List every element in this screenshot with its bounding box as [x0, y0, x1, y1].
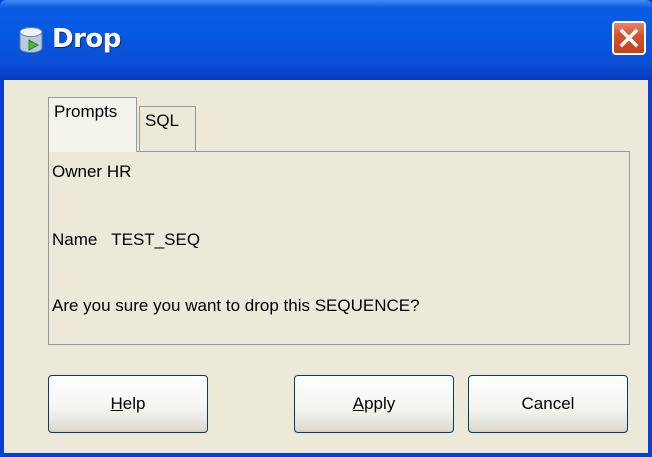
cancel-button[interactable]: Cancel: [468, 375, 628, 433]
owner-value: HR: [106, 162, 132, 181]
help-button-label: Help: [111, 394, 146, 414]
owner-label: Owner: [52, 162, 103, 181]
help-label-rest: elp: [122, 394, 146, 413]
confirm-question: Are you sure you want to drop this SEQUE…: [52, 296, 420, 315]
dialog-body: Prompts SQL Owner HR Name TEST_SEQ Are y…: [4, 80, 648, 453]
close-button[interactable]: [612, 21, 646, 55]
cancel-button-label: Cancel: [521, 394, 575, 413]
tab-sql[interactable]: SQL: [139, 106, 196, 152]
drop-dialog: Drop Prompts SQL Owner HR Name TEST_SEQ …: [0, 0, 652, 457]
tab-prompts[interactable]: Prompts: [48, 97, 137, 152]
title-bar[interactable]: Drop: [0, 0, 652, 80]
tab-sql-label: SQL: [145, 111, 180, 130]
help-mnemonic: H: [110, 394, 123, 413]
apply-label-rest: pply: [364, 394, 396, 413]
database-drop-icon: [19, 27, 43, 53]
name-label: Name: [52, 230, 98, 249]
window-title: Drop: [52, 24, 121, 54]
prompts-panel: Owner HR Name TEST_SEQ Are you sure you …: [48, 151, 630, 345]
owner-row: Owner HR: [52, 162, 131, 182]
name-value: TEST_SEQ: [111, 230, 201, 249]
tab-prompts-label: Prompts: [54, 102, 118, 121]
help-button[interactable]: Help: [48, 375, 208, 433]
apply-button-label: Apply: [353, 394, 396, 414]
apply-button[interactable]: Apply: [294, 375, 454, 433]
name-row: Name TEST_SEQ: [52, 230, 200, 250]
apply-mnemonic: A: [352, 394, 365, 413]
close-x-icon: [619, 28, 639, 48]
